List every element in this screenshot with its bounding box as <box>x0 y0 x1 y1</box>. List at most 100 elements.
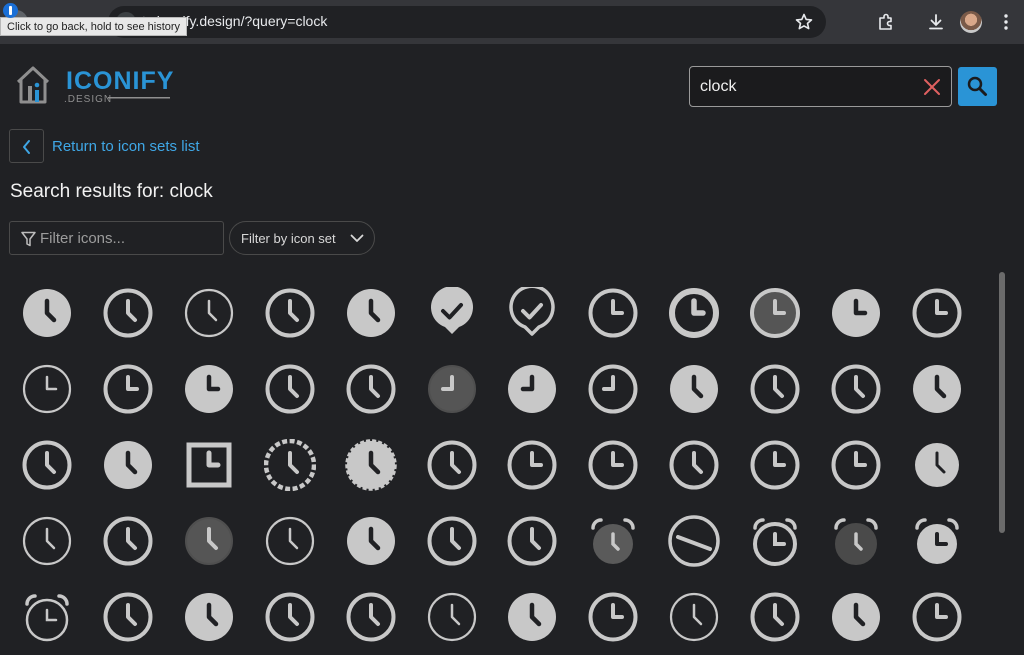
clock-l-outline-icon <box>507 440 557 490</box>
page-title: Search results for: clock <box>10 181 213 202</box>
icon-result-clock-l-filled[interactable] <box>821 278 891 348</box>
icon-result-clock-l-thin[interactable] <box>12 354 82 424</box>
icon-result-clock-j-outline[interactable] <box>578 354 648 424</box>
clock-filled-icon <box>508 593 557 641</box>
clock-thin-icon <box>184 288 233 338</box>
icon-result-clock-l-outline[interactable] <box>578 278 648 348</box>
icon-result-clock-outline[interactable] <box>336 582 406 652</box>
clock-l-outline-icon <box>750 440 800 490</box>
badge-check-filled-icon <box>430 287 473 334</box>
icon-result-clock-outline[interactable] <box>821 354 891 424</box>
icon-result-clock-thin[interactable] <box>417 582 487 652</box>
icon-result-clock-jagged-filled[interactable] <box>336 430 406 500</box>
icon-result-clock-slash[interactable] <box>659 506 729 576</box>
filter-icons-input[interactable] <box>40 222 220 254</box>
icon-result-clock-l-outline[interactable] <box>93 354 163 424</box>
icon-result-clock-dashed[interactable] <box>255 430 325 500</box>
page-content: ICONIFY .DESIGN Return to icon sets list… <box>0 44 1024 655</box>
filter-by-icon-set-label: Filter by icon set <box>241 231 336 246</box>
icon-result-clock-filled[interactable] <box>821 582 891 652</box>
search-input[interactable] <box>700 67 910 106</box>
icon-result-clock-outline[interactable] <box>255 582 325 652</box>
icon-result-alarm-l-duotone[interactable] <box>821 506 891 576</box>
back-button[interactable] <box>9 129 44 163</box>
icon-result-clock-filled[interactable] <box>93 430 163 500</box>
icon-result-clock-outline[interactable] <box>417 430 487 500</box>
icon-result-clock-outline[interactable] <box>740 582 810 652</box>
clear-search-x-icon[interactable] <box>922 77 942 97</box>
icon-result-clock-outline[interactable] <box>93 506 163 576</box>
icon-result-clock-l-outline[interactable] <box>578 430 648 500</box>
icon-result-clock-l-outline[interactable] <box>578 582 648 652</box>
icon-result-clock-thin[interactable] <box>659 582 729 652</box>
icon-result-clock-thin[interactable] <box>255 506 325 576</box>
icon-result-clock-filled[interactable] <box>902 354 972 424</box>
icon-result-clock-filled[interactable] <box>12 278 82 348</box>
filter-by-icon-set-dropdown[interactable]: Filter by icon set <box>229 221 375 255</box>
icon-result-clock-outline[interactable] <box>93 278 163 348</box>
clock-l-bold-icon <box>669 288 720 338</box>
icon-result-clock-duotone[interactable] <box>174 506 244 576</box>
icon-result-badge-check-outline[interactable] <box>497 278 567 348</box>
search-box <box>689 66 952 107</box>
icon-result-clock-outline[interactable] <box>93 582 163 652</box>
icon-result-clock-thin[interactable] <box>12 506 82 576</box>
clock-j-duotone-icon <box>427 365 476 413</box>
clock-outline-icon <box>265 592 315 642</box>
icon-result-alarm-l-outline[interactable] <box>740 506 810 576</box>
icon-result-alarm-l-thin[interactable] <box>12 582 82 652</box>
icon-result-clock-j-duotone[interactable] <box>417 354 487 424</box>
icon-result-clock-outline[interactable] <box>417 506 487 576</box>
icon-result-clock-filled[interactable] <box>336 506 406 576</box>
icon-result-clock-filled[interactable] <box>174 582 244 652</box>
alarm-l-outline-icon <box>753 518 798 566</box>
download-icon[interactable] <box>926 12 946 32</box>
icon-result-clock-filled[interactable] <box>497 582 567 652</box>
icon-result-clock-j-filled[interactable] <box>497 354 567 424</box>
icon-result-clock-l-bold[interactable] <box>659 278 729 348</box>
bookmark-star-icon[interactable] <box>794 12 814 32</box>
clock-filled-icon <box>23 289 71 337</box>
scrollbar[interactable] <box>994 268 1008 655</box>
browser-menu-icon[interactable] <box>996 12 1016 32</box>
iconify-logo[interactable]: ICONIFY .DESIGN <box>14 62 174 106</box>
return-to-icon-sets-link[interactable]: Return to icon sets list <box>52 138 200 155</box>
clock-outline-icon <box>103 592 153 642</box>
icon-result-clock-outline[interactable] <box>497 506 567 576</box>
icon-result-clock-l-duotone[interactable] <box>740 278 810 348</box>
icon-result-clock-outline[interactable] <box>255 278 325 348</box>
clock-outline-icon <box>265 364 315 414</box>
clock-filled-icon <box>832 593 880 641</box>
icon-result-clock-filled[interactable] <box>659 354 729 424</box>
search-icon <box>967 76 987 96</box>
clock-outline-icon <box>265 288 315 338</box>
logo-wordmark: ICONIFY <box>66 67 174 95</box>
icon-result-clock-l-outline[interactable] <box>497 430 567 500</box>
icon-result-alarm-l-filled[interactable] <box>902 506 972 576</box>
icon-result-clock-outline[interactable] <box>659 430 729 500</box>
icon-result-clock-outline[interactable] <box>740 354 810 424</box>
scrollbar-thumb[interactable] <box>999 272 1005 533</box>
icon-result-clock-l-outline[interactable] <box>902 278 972 348</box>
clock-l-outline-icon <box>588 288 638 338</box>
icon-result-clock-l-outline[interactable] <box>740 430 810 500</box>
extensions-puzzle-icon[interactable] <box>876 12 896 32</box>
icon-result-badge-check-filled[interactable] <box>417 278 487 348</box>
clock-l-outline-icon <box>103 364 153 414</box>
clock-outline-icon <box>750 592 800 642</box>
icon-result-clock-outline[interactable] <box>255 354 325 424</box>
back-tooltip: Click to go back, hold to see history <box>0 17 188 36</box>
clock-thin-icon <box>427 592 476 642</box>
icon-result-clock-square[interactable] <box>174 430 244 500</box>
icon-result-clock-l-outline[interactable] <box>902 582 972 652</box>
icon-result-clock-filled[interactable] <box>336 278 406 348</box>
icon-result-clock-l-outline[interactable] <box>821 430 891 500</box>
icon-result-clock-l-filled[interactable] <box>174 354 244 424</box>
profile-avatar[interactable] <box>960 11 982 33</box>
icon-result-clock-filled-small[interactable] <box>902 430 972 500</box>
search-button[interactable] <box>958 67 997 106</box>
icon-result-clock-outline[interactable] <box>336 354 406 424</box>
icon-result-clock-outline[interactable] <box>12 430 82 500</box>
icon-result-alarm-duotone[interactable] <box>578 506 648 576</box>
icon-result-clock-thin[interactable] <box>174 278 244 348</box>
